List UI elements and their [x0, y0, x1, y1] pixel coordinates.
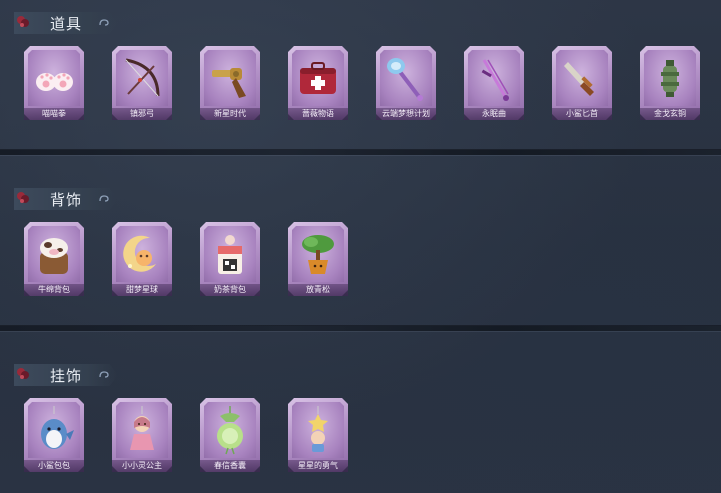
item-card[interactable]: 星星的勇气: [288, 398, 348, 472]
item-label: 镇邪弓: [112, 108, 172, 120]
item-label: 永眠曲: [464, 108, 524, 120]
shark-charm-icon: [41, 406, 74, 449]
section-header: 背饰: [14, 188, 118, 210]
section-divider: [0, 326, 721, 331]
section-title: 道具: [50, 15, 83, 33]
item-label: 小鲨匕首: [552, 108, 612, 120]
item-label: 小小灵公主: [112, 460, 172, 472]
item-label: 甜梦星球: [112, 284, 172, 296]
item-card[interactable]: 春信香囊: [200, 398, 260, 472]
princess-charm-icon: [130, 406, 154, 450]
item-card[interactable]: 永眠曲: [464, 46, 524, 120]
item-label: 蔷薇物语: [288, 108, 348, 120]
cow-backpack-icon: [40, 238, 68, 274]
crystal-mace-icon: [387, 58, 423, 101]
item-card[interactable]: 小鲨包包: [24, 398, 84, 472]
section-title: 挂饰: [50, 367, 83, 385]
item-card[interactable]: 甜梦星球: [112, 222, 172, 296]
potted-pine-icon: [302, 235, 334, 274]
item-card[interactable]: 牛绵背包: [24, 222, 84, 296]
item-card[interactable]: 放青松: [288, 222, 348, 296]
item-label: 春信香囊: [200, 460, 260, 472]
item-card[interactable]: 镇邪弓: [112, 46, 172, 120]
item-card[interactable]: 奶茶背包: [200, 222, 260, 296]
item-card[interactable]: 金戈玄铜: [640, 46, 700, 120]
item-label: 云端梦想计划: [376, 108, 436, 120]
item-label: 金戈玄铜: [640, 108, 700, 120]
item-label: 喵喵拳: [24, 108, 84, 120]
bronze-lantern-icon: [661, 60, 679, 97]
moon-planet-icon: [123, 235, 156, 272]
item-label: 放青松: [288, 284, 348, 296]
item-card[interactable]: 小小灵公主: [112, 398, 172, 472]
revolver-icon: [212, 68, 246, 98]
section-title: 背饰: [50, 191, 83, 209]
swirl-ornament-icon: [99, 19, 109, 26]
cat-paw-gloves-icon: [36, 73, 73, 91]
bow-icon: [125, 58, 160, 97]
item-card[interactable]: 蔷薇物语: [288, 46, 348, 120]
medkit-icon: [300, 62, 336, 94]
item-card[interactable]: 云端梦想计划: [376, 46, 436, 120]
section-header: 道具: [14, 12, 118, 34]
item-label: 新星时代: [200, 108, 260, 120]
item-label: 小鲨包包: [24, 460, 84, 472]
item-card[interactable]: 小鲨匕首: [552, 46, 612, 120]
milk-tea-backpack-icon: [218, 235, 242, 274]
swirl-ornament-icon: [99, 195, 109, 202]
red-knot-icon: [17, 368, 29, 379]
section-divider: [0, 150, 721, 155]
swirl-ornament-icon: [99, 371, 109, 378]
item-card[interactable]: 新星时代: [200, 46, 260, 120]
item-label: 奶茶背包: [200, 284, 260, 296]
item-card[interactable]: 喵喵拳: [24, 46, 84, 120]
section-header: 挂饰: [14, 364, 118, 386]
violin-bow-sword-icon: [481, 59, 509, 101]
item-label: 星星的勇气: [288, 460, 348, 472]
star-doll-charm-icon: [308, 406, 328, 452]
accessory-collection-screen: 道具喵喵拳 镇邪弓 新星时代 蔷薇物语 云端梦想计划 永眠曲 小鲨匕首 金戈玄铜背饰牛绵背包 甜…: [0, 0, 721, 493]
dagger-icon: [564, 62, 594, 96]
item-label: 牛绵背包: [24, 284, 84, 296]
red-knot-icon: [17, 192, 29, 203]
red-knot-icon: [17, 16, 29, 27]
sachet-charm-icon: [217, 406, 243, 455]
